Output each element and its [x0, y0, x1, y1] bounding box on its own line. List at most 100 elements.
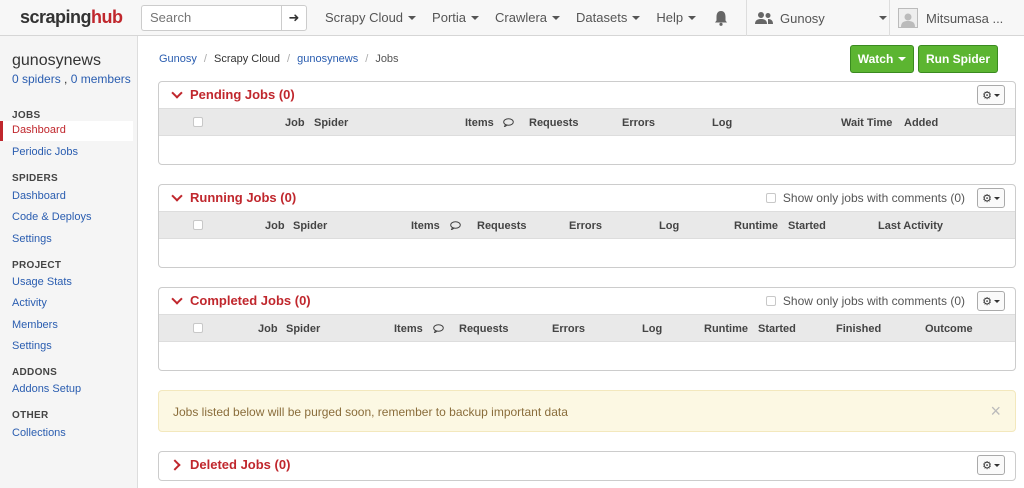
sidebar-item-spiders-settings[interactable]: Settings [12, 233, 52, 245]
caret-down-icon [898, 57, 907, 61]
column-spider[interactable]: Spider [293, 220, 327, 232]
chevron-down-icon [171, 86, 183, 99]
column-requests[interactable]: Requests [459, 323, 509, 335]
caret-down-icon[interactable] [879, 16, 887, 20]
watch-button[interactable]: Watch [850, 45, 914, 73]
sidebar-item-code-deploys[interactable]: Code & Deploys [12, 211, 92, 223]
bell-icon[interactable] [712, 9, 730, 27]
sidebar-item-activity[interactable]: Activity [12, 297, 47, 309]
sidebar-item-spiders-dashboard[interactable]: Dashboard [12, 190, 66, 202]
comment-icon [503, 118, 514, 127]
pending-jobs-table-header: Job Spider Items Requests Errors Log Wai… [159, 108, 1015, 136]
running-jobs-settings-button[interactable]: ⚙ [977, 188, 1005, 208]
completed-jobs-toggle[interactable]: Completed Jobs (0) [171, 292, 311, 308]
menu-crawlera[interactable]: Crawlera [495, 10, 561, 25]
search-input[interactable] [141, 4, 281, 31]
user-menu[interactable]: Mitsumasa ... [898, 0, 1003, 36]
close-icon[interactable]: × [990, 401, 1001, 422]
column-job[interactable]: Job [285, 117, 305, 129]
breadcrumb-project[interactable]: gunosynews [297, 53, 358, 65]
caret-down-icon [408, 15, 417, 20]
run-spider-button[interactable]: Run Spider [918, 45, 998, 73]
column-log[interactable]: Log [712, 117, 732, 129]
breadcrumb-scrapy-cloud: Scrapy Cloud [213, 53, 281, 65]
column-outcome[interactable]: Outcome [925, 323, 973, 335]
sidebar-section-project: PROJECT [12, 260, 62, 271]
users-icon [755, 12, 773, 24]
top-navbar: scrapinghub ➜ Scrapy Cloud Portia Crawle… [0, 0, 1024, 36]
comments-filter-checkbox[interactable] [765, 296, 776, 306]
column-finished[interactable]: Finished [836, 323, 881, 335]
caret-down-icon [632, 15, 641, 20]
menu-portia[interactable]: Portia [432, 10, 480, 25]
sidebar-section-addons: ADDONS [12, 367, 58, 378]
column-added[interactable]: Added [904, 117, 938, 129]
column-started[interactable]: Started [788, 220, 826, 232]
sidebar-section-other: OTHER [12, 410, 49, 421]
column-items[interactable]: Items [465, 117, 494, 129]
column-errors[interactable]: Errors [552, 323, 585, 335]
search-button[interactable]: ➜ [281, 4, 307, 31]
column-errors[interactable]: Errors [569, 220, 602, 232]
select-all-checkbox[interactable] [193, 220, 203, 230]
pending-jobs-panel: Pending Jobs (0) ⚙ Job Spider Items Requ… [158, 81, 1016, 165]
sidebar-item-periodic-jobs[interactable]: Periodic Jobs [12, 146, 78, 158]
sidebar-item-jobs-dashboard[interactable]: Dashboard [0, 121, 133, 141]
column-spider[interactable]: Spider [314, 117, 348, 129]
sidebar-item-collections[interactable]: Collections [12, 427, 66, 439]
caret-down-icon [688, 15, 697, 20]
navbar-divider [889, 0, 890, 36]
search-group: ➜ [141, 4, 307, 31]
spiders-count-link[interactable]: 0 spiders [12, 72, 61, 86]
members-count-link[interactable]: 0 members [71, 72, 131, 86]
scrapinghub-logo[interactable]: scrapinghub [0, 7, 136, 28]
column-errors[interactable]: Errors [622, 117, 655, 129]
column-log[interactable]: Log [642, 323, 662, 335]
running-jobs-table-header: Job Spider Items Requests Errors Log Run… [159, 211, 1015, 239]
gear-icon: ⚙ [982, 89, 992, 102]
pending-jobs-settings-button[interactable]: ⚙ [977, 85, 1005, 105]
caret-down-icon [552, 15, 561, 20]
caret-down-icon [993, 463, 1000, 467]
sidebar-item-addons-setup[interactable]: Addons Setup [12, 383, 81, 395]
column-spider[interactable]: Spider [286, 323, 320, 335]
select-all-checkbox[interactable] [193, 117, 203, 127]
completed-jobs-settings-button[interactable]: ⚙ [977, 291, 1005, 311]
running-jobs-toggle[interactable]: Running Jobs (0) [171, 189, 296, 205]
sidebar-section-jobs: JOBS [12, 110, 41, 121]
organization-selector[interactable]: Gunosy [754, 0, 825, 36]
comments-filter-checkbox[interactable] [765, 193, 776, 203]
completed-jobs-table-header: Job Spider Items Requests Errors Log Run… [159, 314, 1015, 342]
chevron-right-icon [169, 458, 181, 471]
column-log[interactable]: Log [659, 220, 679, 232]
menu-scrapy-cloud[interactable]: Scrapy Cloud [325, 10, 417, 25]
column-wait-time[interactable]: Wait Time [841, 117, 892, 129]
column-requests[interactable]: Requests [529, 117, 579, 129]
column-started[interactable]: Started [758, 323, 796, 335]
column-job[interactable]: Job [258, 323, 278, 335]
sidebar-item-project-settings[interactable]: Settings [12, 340, 52, 352]
chevron-down-icon [171, 292, 183, 305]
menu-datasets[interactable]: Datasets [576, 10, 641, 25]
menu-help[interactable]: Help [656, 10, 697, 25]
completed-comments-filter[interactable]: Show only jobs with comments (0) [765, 294, 965, 308]
column-items[interactable]: Items [411, 220, 440, 232]
sidebar-item-members[interactable]: Members [12, 319, 58, 331]
chevron-down-icon [171, 189, 183, 202]
deleted-jobs-settings-button[interactable]: ⚙ [977, 455, 1005, 475]
running-comments-filter[interactable]: Show only jobs with comments (0) [765, 191, 965, 205]
pending-jobs-toggle[interactable]: Pending Jobs (0) [171, 86, 295, 102]
breadcrumb-organization[interactable]: Gunosy [159, 53, 197, 65]
column-runtime[interactable]: Runtime [704, 323, 748, 335]
sidebar-item-usage-stats[interactable]: Usage Stats [12, 276, 72, 288]
column-items[interactable]: Items [394, 323, 423, 335]
gear-icon: ⚙ [982, 192, 992, 205]
select-all-checkbox[interactable] [193, 323, 203, 333]
column-last-activity[interactable]: Last Activity [878, 220, 943, 232]
navbar-divider [746, 0, 747, 36]
completed-jobs-panel: Completed Jobs (0) Show only jobs with c… [158, 287, 1016, 371]
column-job[interactable]: Job [265, 220, 285, 232]
column-requests[interactable]: Requests [477, 220, 527, 232]
deleted-jobs-toggle[interactable]: Deleted Jobs (0) [169, 457, 290, 472]
column-runtime[interactable]: Runtime [734, 220, 778, 232]
